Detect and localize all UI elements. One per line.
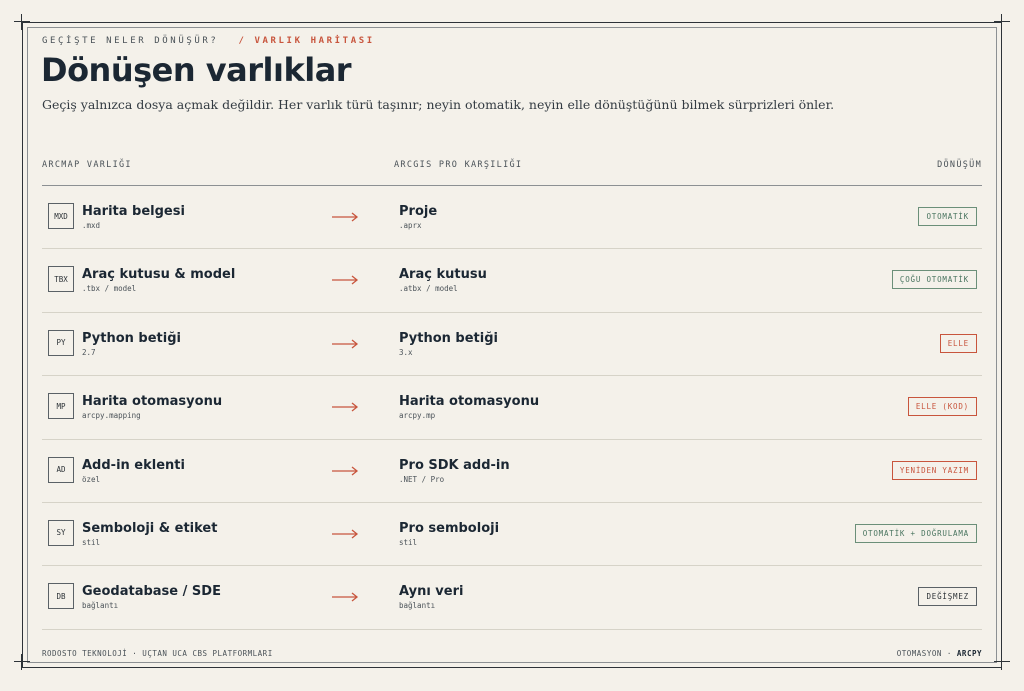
target-asset-format: .atbx / model [399,284,458,294]
corner-mark-bottom-right [994,654,1010,670]
eyebrow-text: GEÇİŞTE NELER DÖNÜŞÜR? [42,36,219,46]
source-asset-name: Harita otomasyonu [82,394,223,410]
source-asset-format: özel [82,474,101,484]
page-subtitle: Geçiş yalnızca dosya açmak değildir. Her… [42,97,835,112]
asset-code-badge: PY [48,329,74,356]
footer-tag-bold: ARCPY [956,649,982,658]
eyebrow: GEÇİŞTE NELER DÖNÜŞÜR? / VARLIK HARİTASI [42,36,375,46]
table-row: SY Semboloji & etiket stil Pro semboloji… [42,503,982,567]
target-asset-format: bağlantı [399,601,436,611]
page-title: Dönüşen varlıklar [41,51,352,89]
target-asset-name: Harita otomasyonu [399,394,540,410]
corner-mark-top-left [14,14,30,30]
right-arrow-icon [332,275,359,285]
table-row: MXD Harita belgesi .mxd Proje .aprx OTOM… [42,186,982,250]
source-asset-format: .tbx / model [82,284,137,294]
source-asset-name: Harita belgesi [82,204,185,219]
footer-company: RODOSTO TEKNOLOJİ · UÇTAN UCA CBS PLATFO… [42,649,273,658]
right-arrow-icon [332,212,359,222]
asset-code-badge: DB [48,583,74,610]
table-row: DB Geodatabase / SDE bağlantı Aynı veri … [42,566,982,630]
footer-tag: OTOMASYON · ARCPY [897,649,982,658]
eyebrow-accent: / VARLIK HARİTASI [238,36,375,46]
corner-mark-top-right [994,14,1010,30]
asset-code-badge: MXD [48,203,74,229]
target-asset-format: arcpy.mp [399,411,436,421]
corner-mark-bottom-left [14,654,30,670]
table-row: PY Python betiği 2.7 Python betiği 3.x E… [42,313,982,377]
conversion-status-badge: OTOMATİK [918,207,977,226]
target-asset-format: .NET / Pro [399,474,445,484]
target-asset-name: Python betiği [399,330,498,346]
column-header-conversion: DÖNÜŞÜM [937,160,982,170]
table-row: TBX Araç kutusu & model .tbx / model Ara… [42,249,982,313]
right-arrow-icon [332,529,359,539]
target-asset-name: Aynı veri [399,584,464,600]
target-asset-name: Proje [399,204,438,219]
asset-map-table: MXD Harita belgesi .mxd Proje .aprx OTOM… [42,186,982,630]
target-asset-name: Pro SDK add-in [399,457,510,473]
conversion-status-badge: YENİDEN YAZIM [891,460,977,480]
conversion-status-badge: ÇOĞU OTOMATİK [891,270,977,290]
source-asset-format: stil [82,537,101,547]
conversion-status-badge: DEĞİŞMEZ [918,587,977,607]
asset-code-badge: SY [48,519,74,546]
target-asset-format: stil [399,537,418,547]
column-header-source: ARCMAP VARLIĞI [42,160,132,170]
source-asset-name: Semboloji & etiket [82,520,218,536]
right-arrow-icon [332,339,359,349]
column-header-target: ARCGIS PRO KARŞILIĞI [394,160,523,170]
asset-code-badge: AD [48,456,74,483]
source-asset-name: Python betiği [82,330,181,346]
target-asset-format: .aprx [399,221,422,230]
asset-code-badge: TBX [48,266,74,293]
conversion-status-badge: ELLE [939,333,977,353]
source-asset-name: Araç kutusu & model [82,267,236,283]
target-asset-name: Pro semboloji [399,520,500,536]
source-asset-name: Add-in eklenti [82,457,185,473]
footer-tag-prefix: OTOMASYON · [896,649,952,658]
target-asset-format: 3.x [399,347,413,357]
table-row: AD Add-in eklenti özel Pro SDK add-in .N… [42,440,982,503]
right-arrow-icon [332,466,359,476]
conversion-status-badge: ELLE (KOD) [907,397,977,417]
source-asset-format: bağlantı [82,601,119,611]
right-arrow-icon [332,592,359,602]
source-asset-name: Geodatabase / SDE [82,584,221,600]
right-arrow-icon [332,402,359,412]
target-asset-name: Araç kutusu [399,267,487,283]
asset-code-badge: MP [48,393,74,420]
table-row: MP Harita otomasyonu arcpy.mapping Harit… [42,376,982,440]
conversion-status-badge: OTOMATİK + DOĞRULAMA [854,523,977,543]
source-asset-format: arcpy.mapping [82,411,141,421]
source-asset-format: .mxd [82,221,101,230]
source-asset-format: 2.7 [82,347,96,357]
